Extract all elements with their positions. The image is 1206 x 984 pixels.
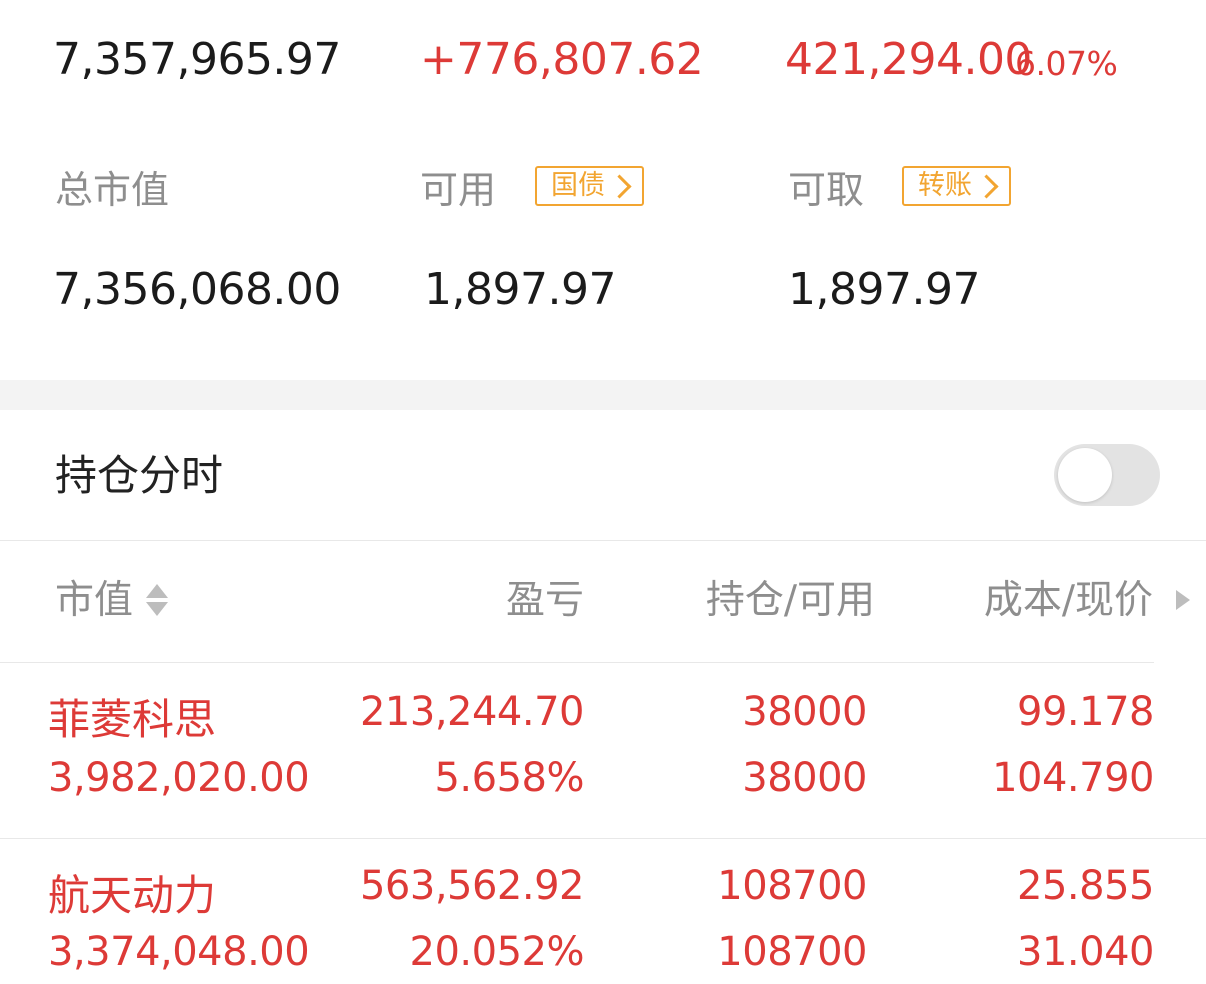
chevron-right-icon — [607, 173, 632, 199]
stock-name: 航天动力 — [48, 871, 217, 920]
intraday-position-toggle[interactable] — [1054, 444, 1160, 506]
transfer-label: 转账 — [918, 170, 972, 201]
daily-profit-value: 421,294.00 — [785, 34, 1032, 85]
stock-profit-pct: 20.052% — [409, 929, 585, 975]
section-divider — [0, 380, 1206, 410]
stock-position: 38000 — [742, 689, 867, 735]
stock-available: 38000 — [742, 755, 867, 801]
divider — [0, 662, 1154, 663]
total-assets-value: 7,357,965.97 — [53, 34, 341, 85]
treasury-bond-button[interactable]: 国债 — [535, 166, 644, 206]
stock-position: 108700 — [717, 863, 867, 909]
stock-profit-pct: 5.658% — [434, 755, 584, 801]
stock-profit: 563,562.92 — [359, 863, 585, 909]
stock-name: 菲菱科思 — [48, 695, 217, 744]
intraday-position-title: 持仓分时 — [55, 451, 224, 500]
chevron-right-icon — [974, 173, 999, 199]
divider — [0, 540, 1206, 541]
withdrawable-label: 可取 — [788, 168, 865, 212]
daily-profit-pct: 6.07% — [1015, 44, 1118, 83]
sort-icon[interactable] — [146, 584, 168, 618]
divider — [0, 838, 1206, 839]
stock-market-value: 3,374,048.00 — [48, 929, 310, 975]
stock-available: 108700 — [717, 929, 867, 975]
available-label: 可用 — [420, 168, 497, 212]
column-header-market-value[interactable]: 市值 — [55, 574, 133, 628]
column-header-cost-price: 成本/现价 — [983, 578, 1153, 623]
stock-market-value: 3,982,020.00 — [48, 755, 310, 801]
market-value-amount: 7,356,068.00 — [53, 264, 341, 315]
transfer-button[interactable]: 转账 — [902, 166, 1011, 206]
available-amount: 1,897.97 — [424, 264, 616, 315]
stock-cost: 25.855 — [1017, 863, 1154, 909]
toggle-knob — [1058, 448, 1112, 502]
scroll-right-icon[interactable] — [1176, 590, 1190, 610]
stock-price: 104.790 — [992, 755, 1154, 801]
stock-cost: 99.178 — [1017, 689, 1154, 735]
total-profit-value: +776,807.62 — [420, 34, 704, 85]
stock-price: 31.040 — [1017, 929, 1154, 975]
column-header-position: 持仓/可用 — [705, 578, 875, 623]
treasury-bond-label: 国债 — [551, 170, 605, 201]
stock-profit: 213,244.70 — [359, 689, 585, 735]
market-value-label: 总市值 — [55, 168, 170, 212]
withdrawable-amount: 1,897.97 — [788, 264, 980, 315]
column-header-profit-loss: 盈亏 — [505, 578, 584, 623]
